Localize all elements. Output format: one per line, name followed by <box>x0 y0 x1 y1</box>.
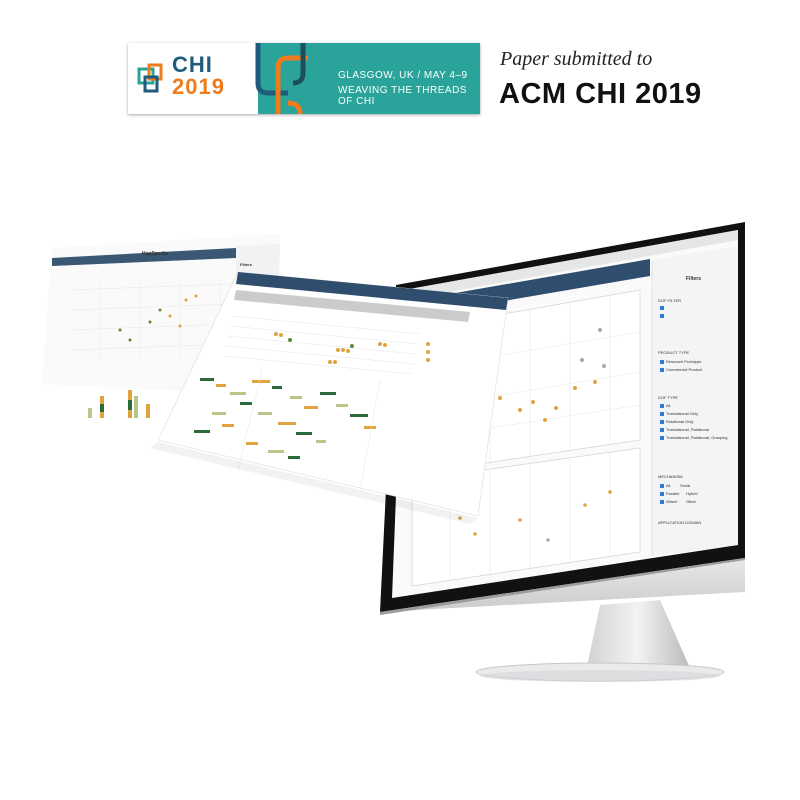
mechanism-wheel[interactable]: Wheel <box>666 499 677 504</box>
left-panel-title: HapSpedia <box>142 251 168 257</box>
filter-section-application: APPLICATION DOMAIN <box>658 520 702 525</box>
dof-type-rotational[interactable]: Rotational Only <box>666 419 693 424</box>
filter-section-mechanism: MECHANISM <box>658 474 683 479</box>
mechanism-parallel[interactable]: Parallel <box>666 491 679 496</box>
product-type-research[interactable]: Research Prototype <box>666 359 701 364</box>
dof-type-all[interactable]: All <box>666 403 670 408</box>
monitor-stand <box>475 600 725 682</box>
filter-section-dof: DOF FILTER <box>658 298 682 303</box>
mechanism-other[interactable]: Other <box>686 499 696 504</box>
left-panel-filters-title: Filters <box>240 262 253 267</box>
mechanism-serial[interactable]: Serial <box>680 483 690 488</box>
mechanism-all[interactable]: All <box>666 483 670 488</box>
imac-mockup: HapSpedia Filters Filters DOF FILTER PRO… <box>0 0 800 800</box>
dof-type-trans-rot-grasp[interactable]: Translational, Rotational, Grasping <box>666 435 727 440</box>
filters-title: Filters <box>686 276 702 282</box>
dof-type-trans-rot[interactable]: Translational, Rotational <box>666 427 709 432</box>
dof-type-translational[interactable]: Translational Only <box>666 411 698 416</box>
mockup-illustration <box>42 222 745 682</box>
product-type-commercial[interactable]: Commercial Product <box>666 367 702 372</box>
filter-section-product-type: PRODUCT TYPE <box>658 350 690 355</box>
mechanism-hybrid[interactable]: Hybrid <box>686 491 698 496</box>
filter-section-dof-type: DOF TYPE <box>658 395 678 400</box>
